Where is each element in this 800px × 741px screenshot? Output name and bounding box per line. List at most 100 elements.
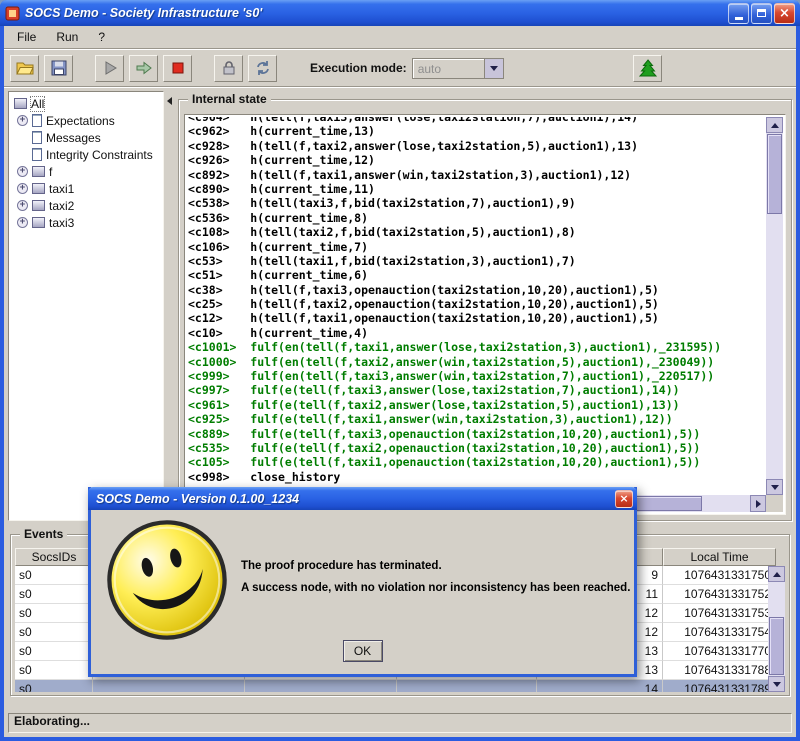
- menu-help[interactable]: ?: [89, 27, 114, 47]
- titlebar[interactable]: SOCS Demo - Society Infrastructure 's0' …: [0, 0, 800, 26]
- scroll-right-icon[interactable]: [750, 495, 766, 512]
- tree-toggle-icon[interactable]: +: [17, 183, 28, 194]
- stop-button[interactable]: [163, 55, 192, 82]
- tree-toggle-icon[interactable]: +: [17, 200, 28, 211]
- scroll-down-icon[interactable]: [768, 676, 785, 692]
- tree-item-taxi3[interactable]: +taxi3: [9, 214, 163, 231]
- events-cell: [245, 680, 397, 692]
- scroll-down-icon[interactable]: [766, 479, 783, 495]
- tree-toggle-icon[interactable]: +: [17, 115, 28, 126]
- cube-icon: [32, 217, 45, 228]
- tree-item-expectations[interactable]: +Expectations: [9, 112, 163, 129]
- folder-open-icon: [16, 59, 34, 77]
- scroll-up-icon[interactable]: [766, 117, 783, 133]
- tree-toggle-icon[interactable]: +: [17, 166, 28, 177]
- internal-state-text[interactable]: <c964> h(tell(f,taxi3,answer(lose,taxi2s…: [188, 117, 765, 494]
- dialog-titlebar[interactable]: SOCS Demo - Version 0.1.00_1234 ×: [88, 487, 637, 510]
- save-button[interactable]: [44, 55, 73, 82]
- events-title: Events: [20, 527, 67, 541]
- dialog-message-line1: The proof procedure has terminated.: [241, 556, 630, 578]
- events-cell: [93, 680, 245, 692]
- tree-item-all[interactable]: All: [9, 95, 163, 112]
- events-cell: s0: [15, 604, 93, 623]
- chevron-down-icon[interactable]: [484, 59, 503, 78]
- menubar: File Run ?: [4, 26, 796, 49]
- console-line: <c108> h(tell(taxi2,f,bid(taxi2station,5…: [188, 225, 765, 239]
- scrollbar-thumb[interactable]: [769, 617, 784, 675]
- execution-mode-label: Execution mode:: [310, 61, 407, 75]
- close-icon: ×: [619, 492, 628, 505]
- tree-item-f[interactable]: +f: [9, 163, 163, 180]
- console-line: <c12> h(tell(f,taxi1,openauction(taxi2st…: [188, 311, 765, 325]
- minimize-button[interactable]: [728, 3, 749, 24]
- lock-icon: [220, 59, 238, 77]
- tree-item-label: All: [31, 97, 44, 111]
- console-line: <c1001> fulf(en(tell(f,taxi1,answer(lose…: [188, 340, 765, 354]
- close-icon: ×: [779, 7, 790, 20]
- page-icon: [32, 148, 42, 161]
- step-button[interactable]: [129, 55, 158, 82]
- events-cell: 1076431331754: [663, 623, 768, 642]
- cube-icon: [32, 200, 45, 211]
- scrollbar-corner: [766, 495, 783, 512]
- events-cell: s0: [15, 566, 93, 585]
- menu-run[interactable]: Run: [47, 27, 87, 47]
- console-line: <c962> h(current_time,13): [188, 124, 765, 138]
- split-divider[interactable]: [166, 89, 176, 523]
- minimize-icon: [735, 17, 743, 20]
- console-line: <c926> h(current_time,12): [188, 153, 765, 167]
- console-line: <c25> h(tell(f,taxi2,openauction(taxi2st…: [188, 297, 765, 311]
- step-arrow-icon: [135, 59, 153, 77]
- society-tree[interactable]: All+ExpectationsMessages Integrity Constr…: [8, 91, 164, 521]
- events-cell: 1076431331770: [663, 642, 768, 661]
- tree-item-messages[interactable]: Messages: [9, 129, 163, 146]
- maximize-button[interactable]: [751, 3, 772, 24]
- dialog-close-button[interactable]: ×: [615, 490, 633, 508]
- events-cell: 1076431331753: [663, 604, 768, 623]
- console-line: <c105> fulf(e(tell(f,taxi1,openauction(t…: [188, 455, 765, 469]
- ok-button[interactable]: OK: [343, 640, 383, 662]
- tree-item-integrity-constraints[interactable]: Integrity Constraints: [9, 146, 163, 163]
- internal-state-scrollpane: <c964> h(tell(f,taxi3,answer(lose,taxi2s…: [184, 114, 786, 515]
- smiley-icon: [103, 516, 231, 644]
- tree-icon: [639, 59, 657, 77]
- dialog-message-line2: A success node, with no violation nor in…: [241, 578, 630, 600]
- run-society-button[interactable]: [633, 55, 662, 82]
- internal-state-title: Internal state: [188, 92, 271, 106]
- events-column-header[interactable]: Local Time: [663, 548, 776, 566]
- play-button[interactable]: [95, 55, 124, 82]
- execution-mode-select[interactable]: auto: [412, 58, 504, 79]
- vertical-scrollbar[interactable]: [766, 117, 783, 495]
- menu-file[interactable]: File: [8, 27, 45, 47]
- tree-item-taxi2[interactable]: +taxi2: [9, 197, 163, 214]
- open-button[interactable]: [10, 55, 39, 82]
- events-cell: 1076431331788: [663, 661, 768, 680]
- events-row[interactable]: s0141076431331789: [15, 680, 768, 692]
- events-cell: s0: [15, 642, 93, 661]
- events-cell: [397, 680, 537, 692]
- scroll-up-icon[interactable]: [768, 566, 785, 582]
- console-line: <c892> h(tell(f,taxi1,answer(win,taxi2st…: [188, 168, 765, 182]
- scrollbar-thumb[interactable]: [767, 134, 782, 214]
- events-column-header[interactable]: SocsIDs: [15, 548, 93, 566]
- events-cell: 1076431331752: [663, 585, 768, 604]
- dialog: SOCS Demo - Version 0.1.00_1234 ×: [88, 487, 637, 677]
- events-cell: s0: [15, 585, 93, 604]
- stop-icon: [169, 59, 187, 77]
- tree-item-taxi1[interactable]: +taxi1: [9, 180, 163, 197]
- tree-item-label: Integrity Constraints: [46, 148, 153, 162]
- lock-button[interactable]: [214, 55, 243, 82]
- collapse-left-icon[interactable]: [167, 97, 172, 105]
- console-line: <c10> h(current_time,4): [188, 326, 765, 340]
- events-cell: s0: [15, 623, 93, 642]
- events-scrollbar[interactable]: [768, 566, 785, 692]
- dialog-title: SOCS Demo - Version 0.1.00_1234: [96, 492, 615, 506]
- events-cell: s0: [15, 680, 93, 692]
- app-icon: [5, 6, 20, 21]
- console-line: <c961> fulf(e(tell(f,taxi2,answer(lose,t…: [188, 398, 765, 412]
- cube-icon: [32, 166, 45, 177]
- console-line: <c999> fulf(en(tell(f,taxi3,answer(win,t…: [188, 369, 765, 383]
- tree-toggle-icon[interactable]: +: [17, 217, 28, 228]
- refresh-button[interactable]: [248, 55, 277, 82]
- close-button[interactable]: ×: [774, 3, 795, 24]
